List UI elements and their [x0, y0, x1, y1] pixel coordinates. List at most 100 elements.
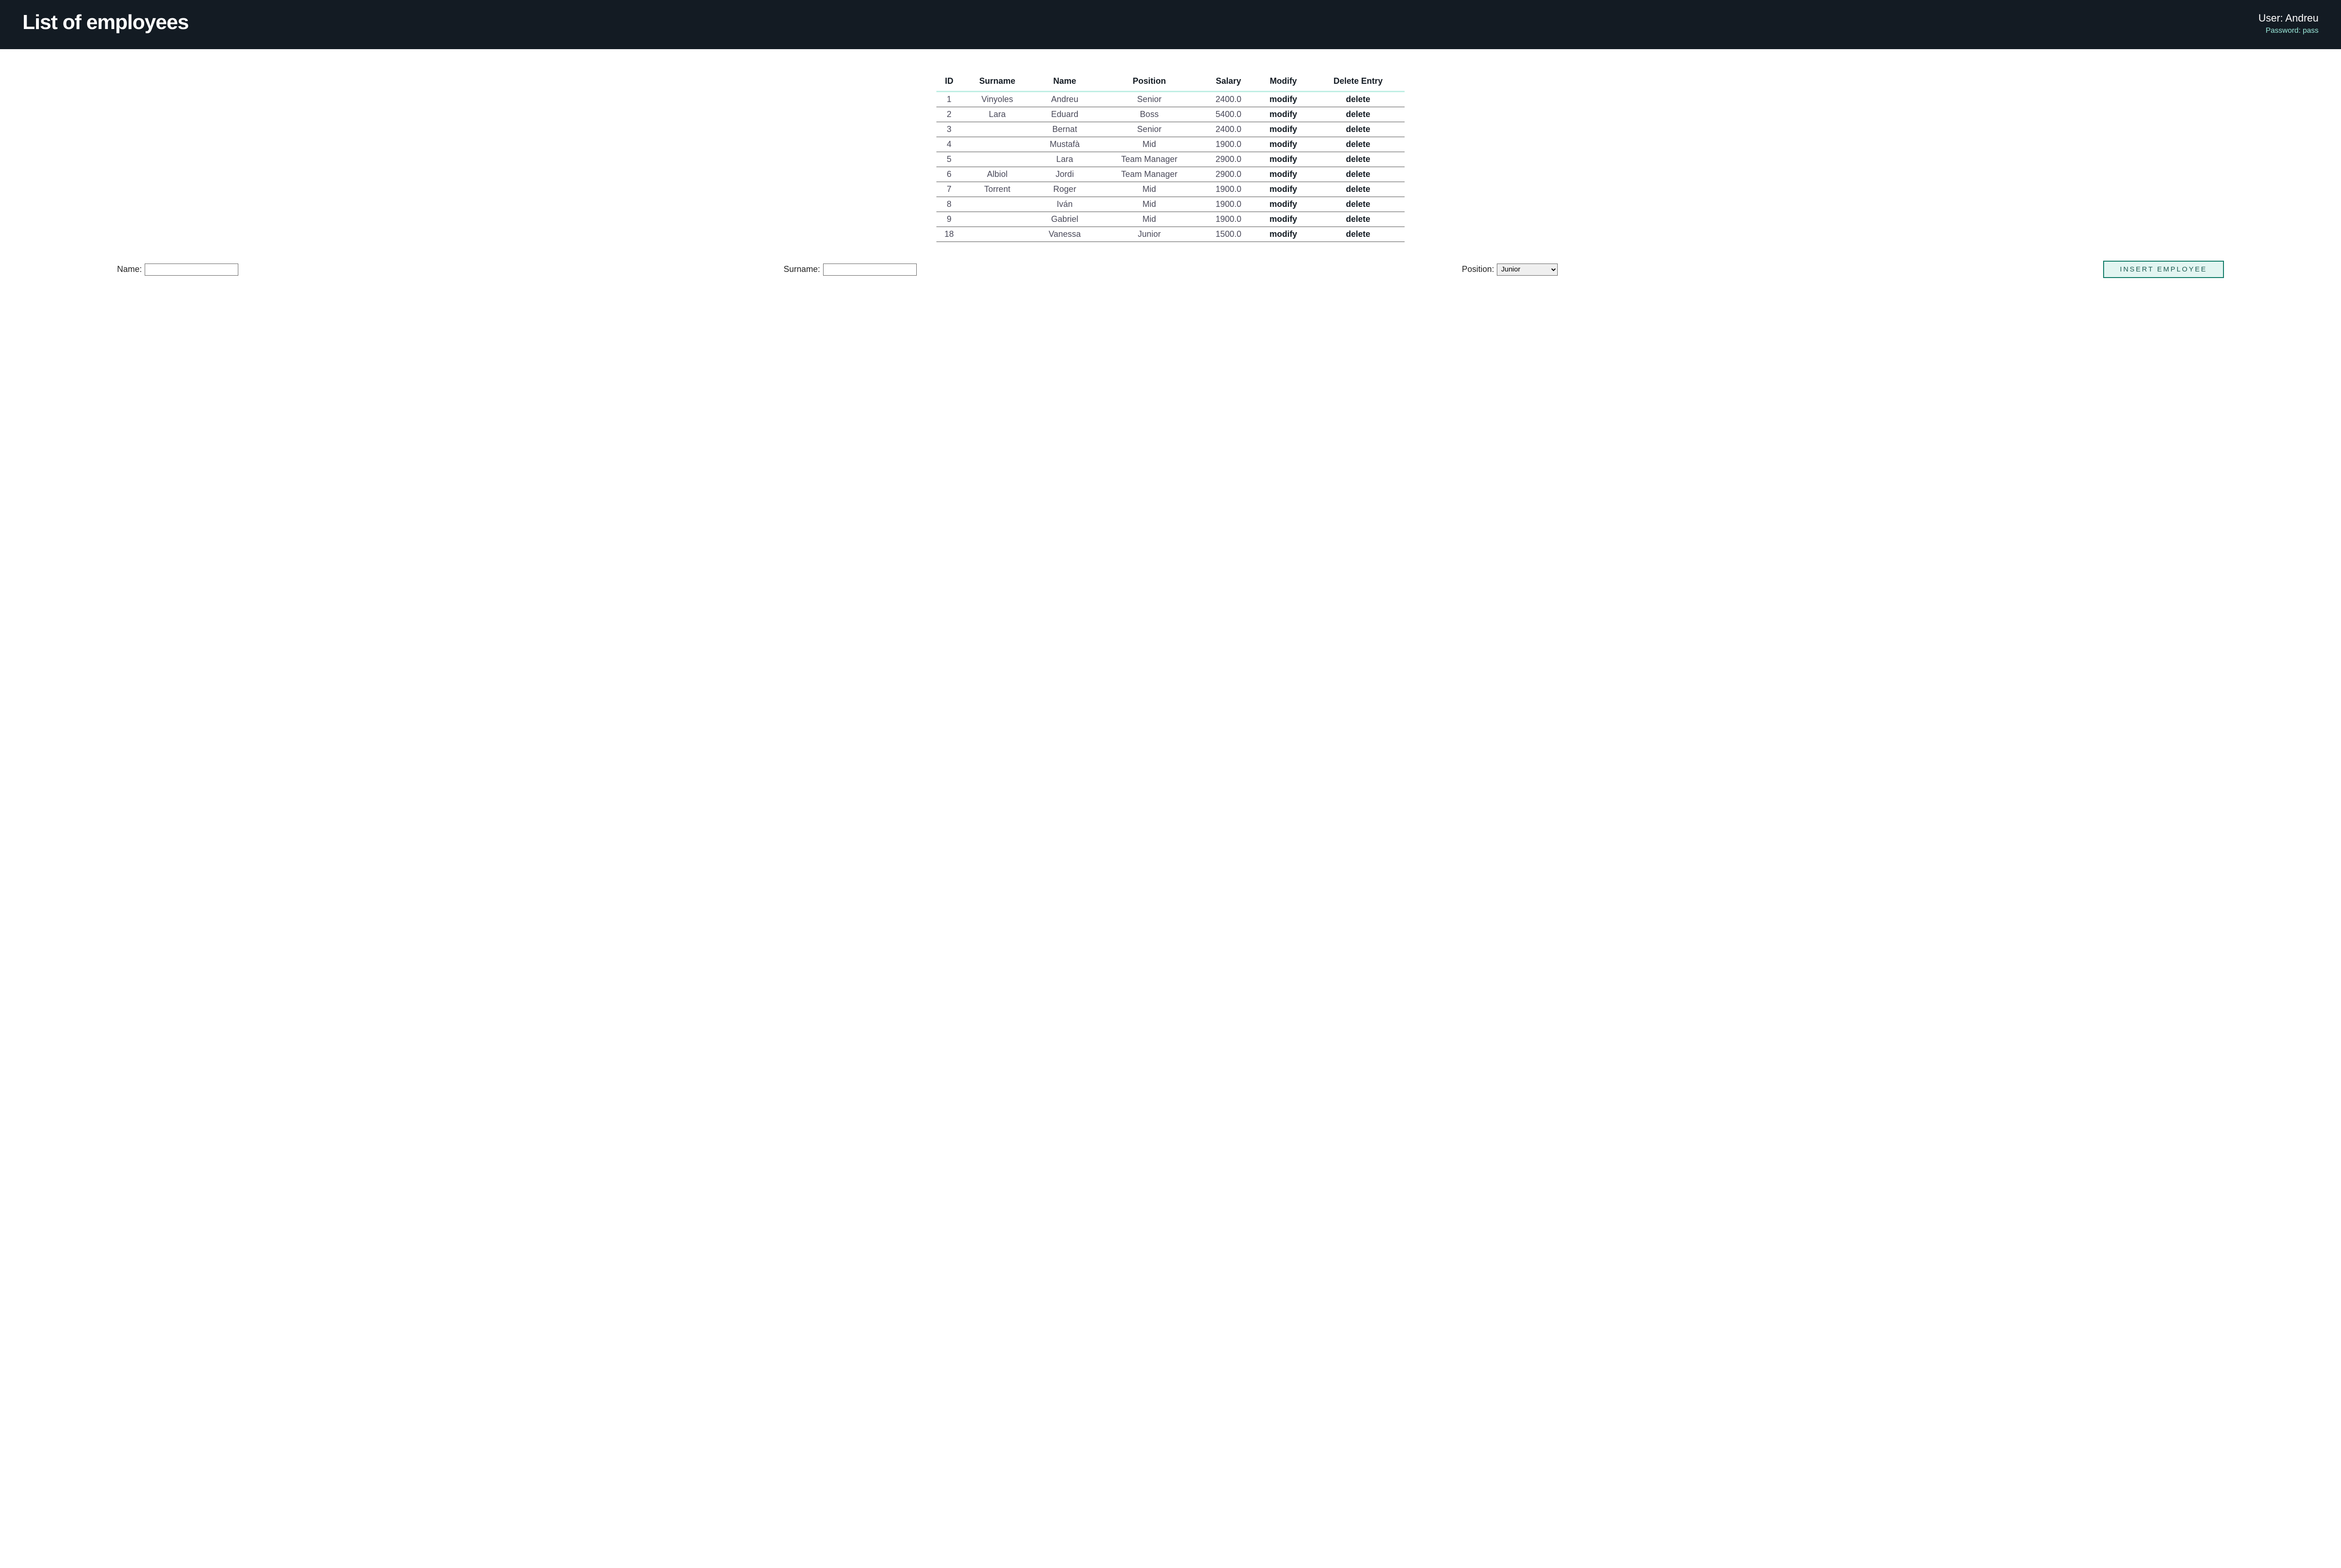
- delete-link[interactable]: delete: [1346, 169, 1370, 179]
- table-cell: Junior: [1097, 227, 1202, 242]
- delete-cell: delete: [1311, 212, 1405, 227]
- insert-employee-form: Name: Surname: Position: Junior INSERT E…: [117, 261, 2224, 278]
- table-cell: 2900.0: [1202, 167, 1255, 182]
- delete-cell: delete: [1311, 167, 1405, 182]
- table-cell: 2400.0: [1202, 92, 1255, 107]
- surname-input[interactable]: [823, 264, 917, 276]
- table-cell: Senior: [1097, 122, 1202, 137]
- modify-cell: modify: [1255, 137, 1312, 152]
- table-cell: Iván: [1033, 197, 1097, 212]
- table-cell: 1: [936, 92, 962, 107]
- employee-table-container: ID Surname Name Position Salary Modify D…: [936, 73, 1405, 242]
- modify-link[interactable]: modify: [1269, 229, 1297, 239]
- password-line: Password: pass: [2259, 26, 2319, 36]
- modify-link[interactable]: modify: [1269, 125, 1297, 134]
- modify-cell: modify: [1255, 197, 1312, 212]
- delete-link[interactable]: delete: [1346, 125, 1370, 134]
- modify-cell: modify: [1255, 167, 1312, 182]
- table-cell: 4: [936, 137, 962, 152]
- modify-cell: modify: [1255, 92, 1312, 107]
- col-header-position: Position: [1097, 73, 1202, 92]
- table-cell: Mid: [1097, 197, 1202, 212]
- delete-link[interactable]: delete: [1346, 154, 1370, 164]
- table-cell: Mid: [1097, 137, 1202, 152]
- user-label: User:: [2259, 12, 2285, 24]
- name-input[interactable]: [145, 264, 238, 276]
- modify-link[interactable]: modify: [1269, 95, 1297, 104]
- delete-cell: delete: [1311, 92, 1405, 107]
- modify-cell: modify: [1255, 182, 1312, 197]
- table-row: 7TorrentRogerMid1900.0modifydelete: [936, 182, 1405, 197]
- delete-link[interactable]: delete: [1346, 214, 1370, 224]
- table-row: 5LaraTeam Manager2900.0modifydelete: [936, 152, 1405, 167]
- col-header-salary: Salary: [1202, 73, 1255, 92]
- delete-cell: delete: [1311, 227, 1405, 242]
- position-select[interactable]: Junior: [1497, 264, 1558, 276]
- table-cell: 1900.0: [1202, 137, 1255, 152]
- user-info-block: User: Andreu Password: pass: [2259, 8, 2319, 36]
- table-cell: 7: [936, 182, 962, 197]
- modify-cell: modify: [1255, 107, 1312, 122]
- col-header-id: ID: [936, 73, 962, 92]
- table-cell: Andreu: [1033, 92, 1097, 107]
- col-header-surname: Surname: [962, 73, 1032, 92]
- modify-link[interactable]: modify: [1269, 154, 1297, 164]
- table-cell: Team Manager: [1097, 167, 1202, 182]
- table-cell: 18: [936, 227, 962, 242]
- password-value: pass: [2303, 27, 2319, 35]
- col-header-name: Name: [1033, 73, 1097, 92]
- modify-link[interactable]: modify: [1269, 110, 1297, 119]
- table-cell: [962, 227, 1032, 242]
- page-header: List of employees User: Andreu Password:…: [0, 0, 2341, 49]
- table-cell: Team Manager: [1097, 152, 1202, 167]
- col-header-modify: Modify: [1255, 73, 1312, 92]
- table-cell: Mid: [1097, 182, 1202, 197]
- table-row: 1VinyolesAndreuSenior2400.0modifydelete: [936, 92, 1405, 107]
- modify-link[interactable]: modify: [1269, 139, 1297, 149]
- table-cell: Jordi: [1033, 167, 1097, 182]
- table-row: 6AlbiolJordiTeam Manager2900.0 modify dele…: [936, 167, 1405, 182]
- user-line: User: Andreu: [2259, 11, 2319, 26]
- table-cell: 2900.0: [1202, 152, 1255, 167]
- delete-cell: delete: [1311, 122, 1405, 137]
- table-row: 9GabrielMid1900.0modifydelete: [936, 212, 1405, 227]
- delete-cell: delete: [1311, 137, 1405, 152]
- modify-link[interactable]: modify: [1269, 199, 1297, 209]
- col-header-delete: Delete Entry: [1311, 73, 1405, 92]
- delete-link[interactable]: delete: [1346, 184, 1370, 194]
- table-cell: [962, 137, 1032, 152]
- table-cell: Gabriel: [1033, 212, 1097, 227]
- surname-group: Surname:: [784, 264, 917, 276]
- delete-cell: delete: [1311, 182, 1405, 197]
- table-header-row: ID Surname Name Position Salary Modify D…: [936, 73, 1405, 92]
- delete-link[interactable]: delete: [1346, 229, 1370, 239]
- position-label: Position:: [1462, 264, 1494, 274]
- table-cell: [962, 212, 1032, 227]
- table-cell: [962, 122, 1032, 137]
- modify-cell: modify: [1255, 227, 1312, 242]
- modify-link[interactable]: modify: [1269, 184, 1297, 194]
- user-name: Andreu: [2285, 12, 2319, 24]
- delete-link[interactable]: delete: [1346, 139, 1370, 149]
- modify-link[interactable]: modify: [1269, 169, 1297, 179]
- delete-cell: delete: [1311, 152, 1405, 167]
- insert-employee-button[interactable]: INSERT EMPLOYEE: [2103, 261, 2224, 278]
- table-cell: Vanessa: [1033, 227, 1097, 242]
- name-group: Name:: [117, 264, 238, 276]
- delete-cell: delete: [1311, 197, 1405, 212]
- table-cell: Mustafà: [1033, 137, 1097, 152]
- delete-link[interactable]: delete: [1346, 110, 1370, 119]
- modify-cell: modify: [1255, 212, 1312, 227]
- delete-link[interactable]: delete: [1346, 199, 1370, 209]
- modify-link[interactable]: modify: [1269, 214, 1297, 224]
- table-cell: 6: [936, 167, 962, 182]
- table-row: 8IvánMid1900.0modifydelete: [936, 197, 1405, 212]
- table-row: 18 VanessaJunior1500.0 modify delete: [936, 227, 1405, 242]
- table-cell: 8: [936, 197, 962, 212]
- delete-link[interactable]: delete: [1346, 95, 1370, 104]
- table-cell: Roger: [1033, 182, 1097, 197]
- table-cell: 9: [936, 212, 962, 227]
- employee-table: ID Surname Name Position Salary Modify D…: [936, 73, 1405, 242]
- table-cell: Albiol: [962, 167, 1032, 182]
- table-cell: 1500.0: [1202, 227, 1255, 242]
